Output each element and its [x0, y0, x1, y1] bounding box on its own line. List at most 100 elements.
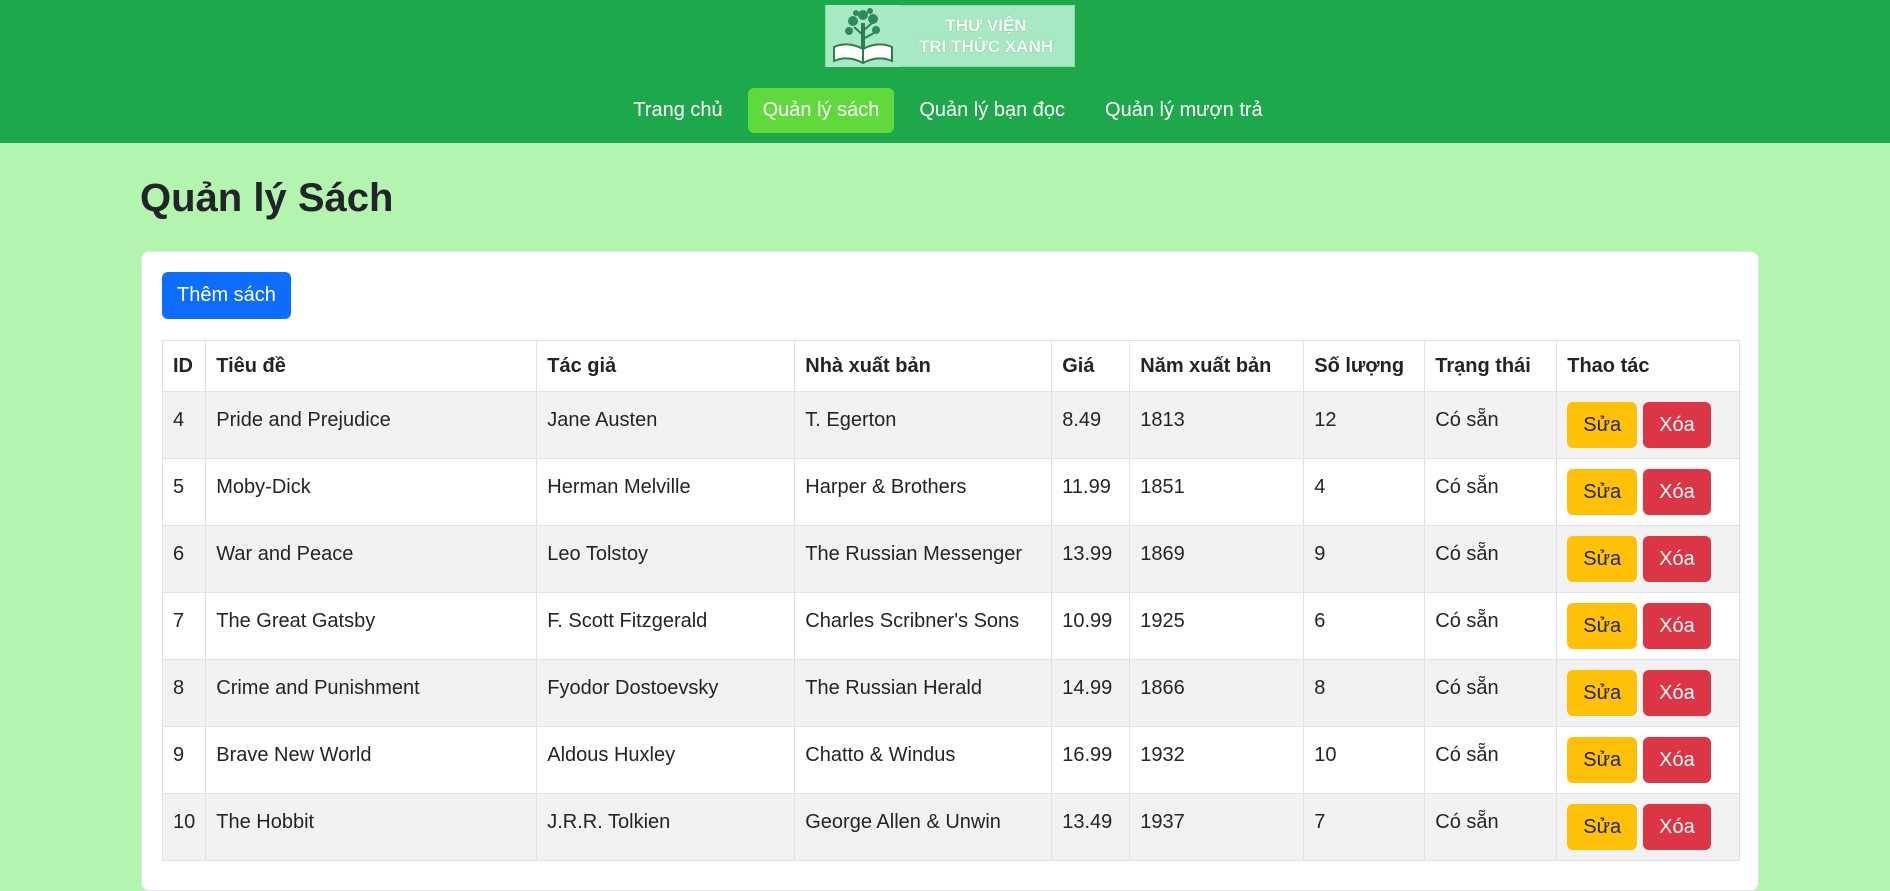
- col-header-status: Trạng thái: [1424, 340, 1558, 392]
- table-row: 7 The Great Gatsby F. Scott Fitzgerald C…: [161, 592, 1740, 660]
- cell-author: J.R.R. Tolkien: [536, 793, 796, 861]
- cell-title: The Great Gatsby: [205, 592, 538, 660]
- cell-price: 13.99: [1051, 525, 1131, 593]
- cell-author: Aldous Huxley: [536, 726, 796, 794]
- cell-title: War and Peace: [205, 525, 538, 593]
- table-header-row: ID Tiêu đề Tác giả Nhà xuất bản Giá Năm …: [161, 340, 1740, 392]
- cell-quantity: 4: [1303, 458, 1426, 526]
- col-header-publisher: Nhà xuất bản: [794, 340, 1053, 392]
- cell-id: 10: [161, 793, 207, 861]
- col-header-quantity: Số lượng: [1303, 340, 1426, 392]
- cell-status: Có sẵn: [1424, 391, 1558, 459]
- table-row: 5 Moby-Dick Herman Melville Harper & Bro…: [161, 458, 1740, 526]
- main-nav: Trang chủ Quản lý sách Quản lý bạn đọc Q…: [0, 88, 1890, 133]
- table-row: 9 Brave New World Aldous Huxley Chatto &…: [161, 726, 1740, 794]
- col-header-year: Năm xuất bản: [1129, 340, 1305, 392]
- brand-line-1: THƯ VIỆN: [945, 16, 1027, 35]
- cell-id: 6: [161, 525, 207, 593]
- cell-actions: Sửa Xóa: [1556, 525, 1740, 593]
- cell-publisher: T. Egerton: [794, 391, 1053, 459]
- nav-item-readers[interactable]: Quản lý bạn đọc: [904, 88, 1080, 133]
- cell-status: Có sẵn: [1424, 525, 1558, 593]
- cell-id: 4: [161, 391, 207, 459]
- cell-title: Moby-Dick: [205, 458, 538, 526]
- nav-item-home[interactable]: Trang chủ: [618, 88, 737, 133]
- brand-name: THƯ VIỆN TRI THỨC XANH: [900, 15, 1074, 57]
- site-logo[interactable]: THƯ VIỆN TRI THỨC XANH: [825, 5, 1075, 67]
- cell-year: 1932: [1129, 726, 1305, 794]
- books-table-body: 4 Pride and Prejudice Jane Austen T. Ege…: [161, 391, 1740, 861]
- cell-quantity: 12: [1303, 391, 1426, 459]
- cell-publisher: George Allen & Unwin: [794, 793, 1053, 861]
- cell-id: 8: [161, 659, 207, 727]
- cell-price: 11.99: [1051, 458, 1131, 526]
- edit-button[interactable]: Sửa: [1567, 402, 1638, 448]
- col-header-id: ID: [161, 340, 207, 392]
- cell-publisher: Chatto & Windus: [794, 726, 1053, 794]
- edit-button[interactable]: Sửa: [1567, 737, 1638, 783]
- cell-publisher: The Russian Herald: [794, 659, 1053, 727]
- cell-author: Leo Tolstoy: [536, 525, 796, 593]
- cell-quantity: 6: [1303, 592, 1426, 660]
- cell-price: 8.49: [1051, 391, 1131, 459]
- edit-button[interactable]: Sửa: [1567, 469, 1638, 515]
- cell-actions: Sửa Xóa: [1556, 659, 1740, 727]
- edit-button[interactable]: Sửa: [1567, 603, 1638, 649]
- cell-status: Có sẵn: [1424, 726, 1558, 794]
- nav-item-loans[interactable]: Quản lý mượn trả: [1090, 88, 1278, 133]
- edit-button[interactable]: Sửa: [1567, 670, 1638, 716]
- cell-actions: Sửa Xóa: [1556, 592, 1740, 660]
- delete-button[interactable]: Xóa: [1643, 536, 1711, 582]
- cell-actions: Sửa Xóa: [1556, 793, 1740, 861]
- cell-publisher: Charles Scribner's Sons: [794, 592, 1053, 660]
- cell-quantity: 7: [1303, 793, 1426, 861]
- cell-status: Có sẵn: [1424, 592, 1558, 660]
- col-header-actions: Thao tác: [1556, 340, 1740, 392]
- cell-status: Có sẵn: [1424, 793, 1558, 861]
- cell-year: 1866: [1129, 659, 1305, 727]
- delete-button[interactable]: Xóa: [1643, 670, 1711, 716]
- tree-book-icon: [826, 5, 900, 67]
- books-table: ID Tiêu đề Tác giả Nhà xuất bản Giá Năm …: [161, 340, 1740, 861]
- delete-button[interactable]: Xóa: [1643, 469, 1711, 515]
- col-header-title: Tiêu đề: [205, 340, 538, 392]
- edit-button[interactable]: Sửa: [1567, 804, 1638, 850]
- cell-id: 9: [161, 726, 207, 794]
- cell-publisher: The Russian Messenger: [794, 525, 1053, 593]
- cell-price: 14.99: [1051, 659, 1131, 727]
- cell-title: Crime and Punishment: [205, 659, 538, 727]
- cell-price: 10.99: [1051, 592, 1131, 660]
- cell-quantity: 10: [1303, 726, 1426, 794]
- delete-button[interactable]: Xóa: [1643, 402, 1711, 448]
- brand-line-2: TRI THỨC XANH: [918, 37, 1054, 56]
- cell-price: 13.49: [1051, 793, 1131, 861]
- nav-item-books[interactable]: Quản lý sách: [747, 88, 895, 133]
- table-row: 6 War and Peace Leo Tolstoy The Russian …: [161, 525, 1740, 593]
- add-book-button[interactable]: Thêm sách: [162, 272, 291, 319]
- cell-year: 1813: [1129, 391, 1305, 459]
- cell-author: F. Scott Fitzgerald: [536, 592, 796, 660]
- cell-author: Jane Austen: [536, 391, 796, 459]
- edit-button[interactable]: Sửa: [1567, 536, 1638, 582]
- delete-button[interactable]: Xóa: [1643, 804, 1711, 850]
- cell-actions: Sửa Xóa: [1556, 458, 1740, 526]
- cell-year: 1925: [1129, 592, 1305, 660]
- cell-author: Herman Melville: [536, 458, 796, 526]
- cell-title: The Hobbit: [205, 793, 538, 861]
- cell-publisher: Harper & Brothers: [794, 458, 1053, 526]
- delete-button[interactable]: Xóa: [1643, 737, 1711, 783]
- col-header-author: Tác giả: [536, 340, 796, 392]
- site-header: THƯ VIỆN TRI THỨC XANH Trang chủ Quản lý…: [0, 0, 1890, 143]
- cell-actions: Sửa Xóa: [1556, 726, 1740, 794]
- cell-author: Fyodor Dostoevsky: [536, 659, 796, 727]
- table-row: 8 Crime and Punishment Fyodor Dostoevsky…: [161, 659, 1740, 727]
- cell-quantity: 9: [1303, 525, 1426, 593]
- cell-status: Có sẵn: [1424, 659, 1558, 727]
- cell-year: 1937: [1129, 793, 1305, 861]
- delete-button[interactable]: Xóa: [1643, 603, 1711, 649]
- cell-actions: Sửa Xóa: [1556, 391, 1740, 459]
- cell-year: 1869: [1129, 525, 1305, 593]
- cell-quantity: 8: [1303, 659, 1426, 727]
- table-row: 10 The Hobbit J.R.R. Tolkien George Alle…: [161, 793, 1740, 861]
- cell-price: 16.99: [1051, 726, 1131, 794]
